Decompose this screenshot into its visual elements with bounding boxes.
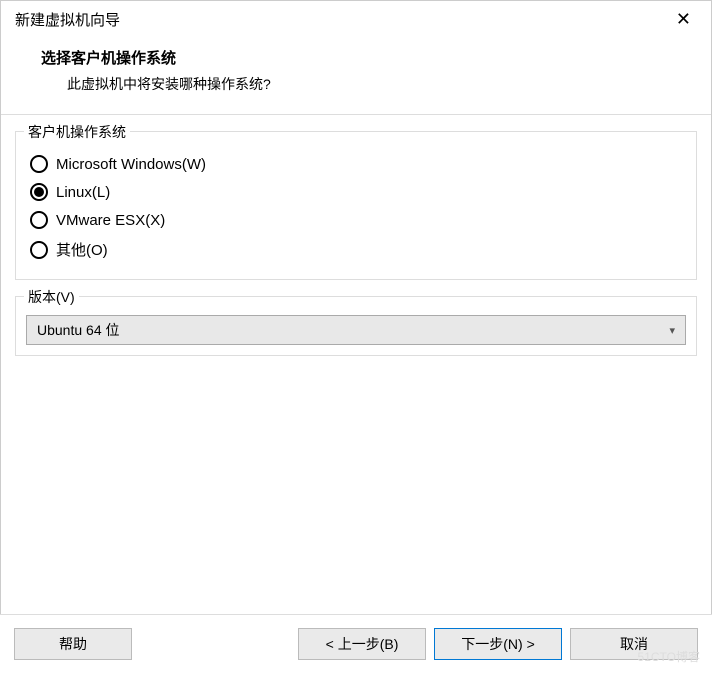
version-legend: 版本(V) [24, 287, 79, 307]
back-button[interactable]: < 上一步(B) [298, 628, 426, 660]
radio-label: Linux(L) [56, 184, 110, 201]
radio-label: 其他(O) [56, 239, 108, 260]
radio-windows[interactable]: Microsoft Windows(W) [30, 150, 682, 178]
content-area: 客户机操作系统 Microsoft Windows(W) Linux(L) VM… [1, 115, 711, 356]
radio-label: VMware ESX(X) [56, 212, 165, 229]
wizard-header: 选择客户机操作系统 此虚拟机中将安装哪种操作系统? [1, 37, 711, 114]
page-subtitle: 此虚拟机中将安装哪种操作系统? [17, 74, 695, 94]
button-bar: 帮助 < 上一步(B) 下一步(N) > 取消 [0, 614, 712, 673]
radio-vmware-esx[interactable]: VMware ESX(X) [30, 206, 682, 234]
os-fieldset: 客户机操作系统 Microsoft Windows(W) Linux(L) VM… [15, 131, 697, 280]
radio-icon [30, 241, 48, 259]
version-fieldset: 版本(V) Ubuntu 64 位 ▾ [15, 296, 697, 356]
radio-other[interactable]: 其他(O) [30, 234, 682, 265]
os-legend: 客户机操作系统 [24, 122, 130, 142]
radio-label: Microsoft Windows(W) [56, 156, 206, 173]
radio-icon [30, 183, 48, 201]
title-bar: 新建虚拟机向导 ✕ [1, 1, 711, 37]
page-title: 选择客户机操作系统 [17, 47, 695, 68]
next-button[interactable]: 下一步(N) > [434, 628, 562, 660]
chevron-down-icon: ▾ [669, 324, 675, 337]
window-title: 新建虚拟机向导 [15, 9, 120, 30]
radio-linux[interactable]: Linux(L) [30, 178, 682, 206]
help-button[interactable]: 帮助 [14, 628, 132, 660]
version-dropdown[interactable]: Ubuntu 64 位 ▾ [26, 315, 686, 345]
close-icon[interactable]: ✕ [670, 10, 697, 28]
dropdown-value: Ubuntu 64 位 [37, 320, 120, 340]
radio-icon [30, 155, 48, 173]
radio-icon [30, 211, 48, 229]
cancel-button[interactable]: 取消 [570, 628, 698, 660]
